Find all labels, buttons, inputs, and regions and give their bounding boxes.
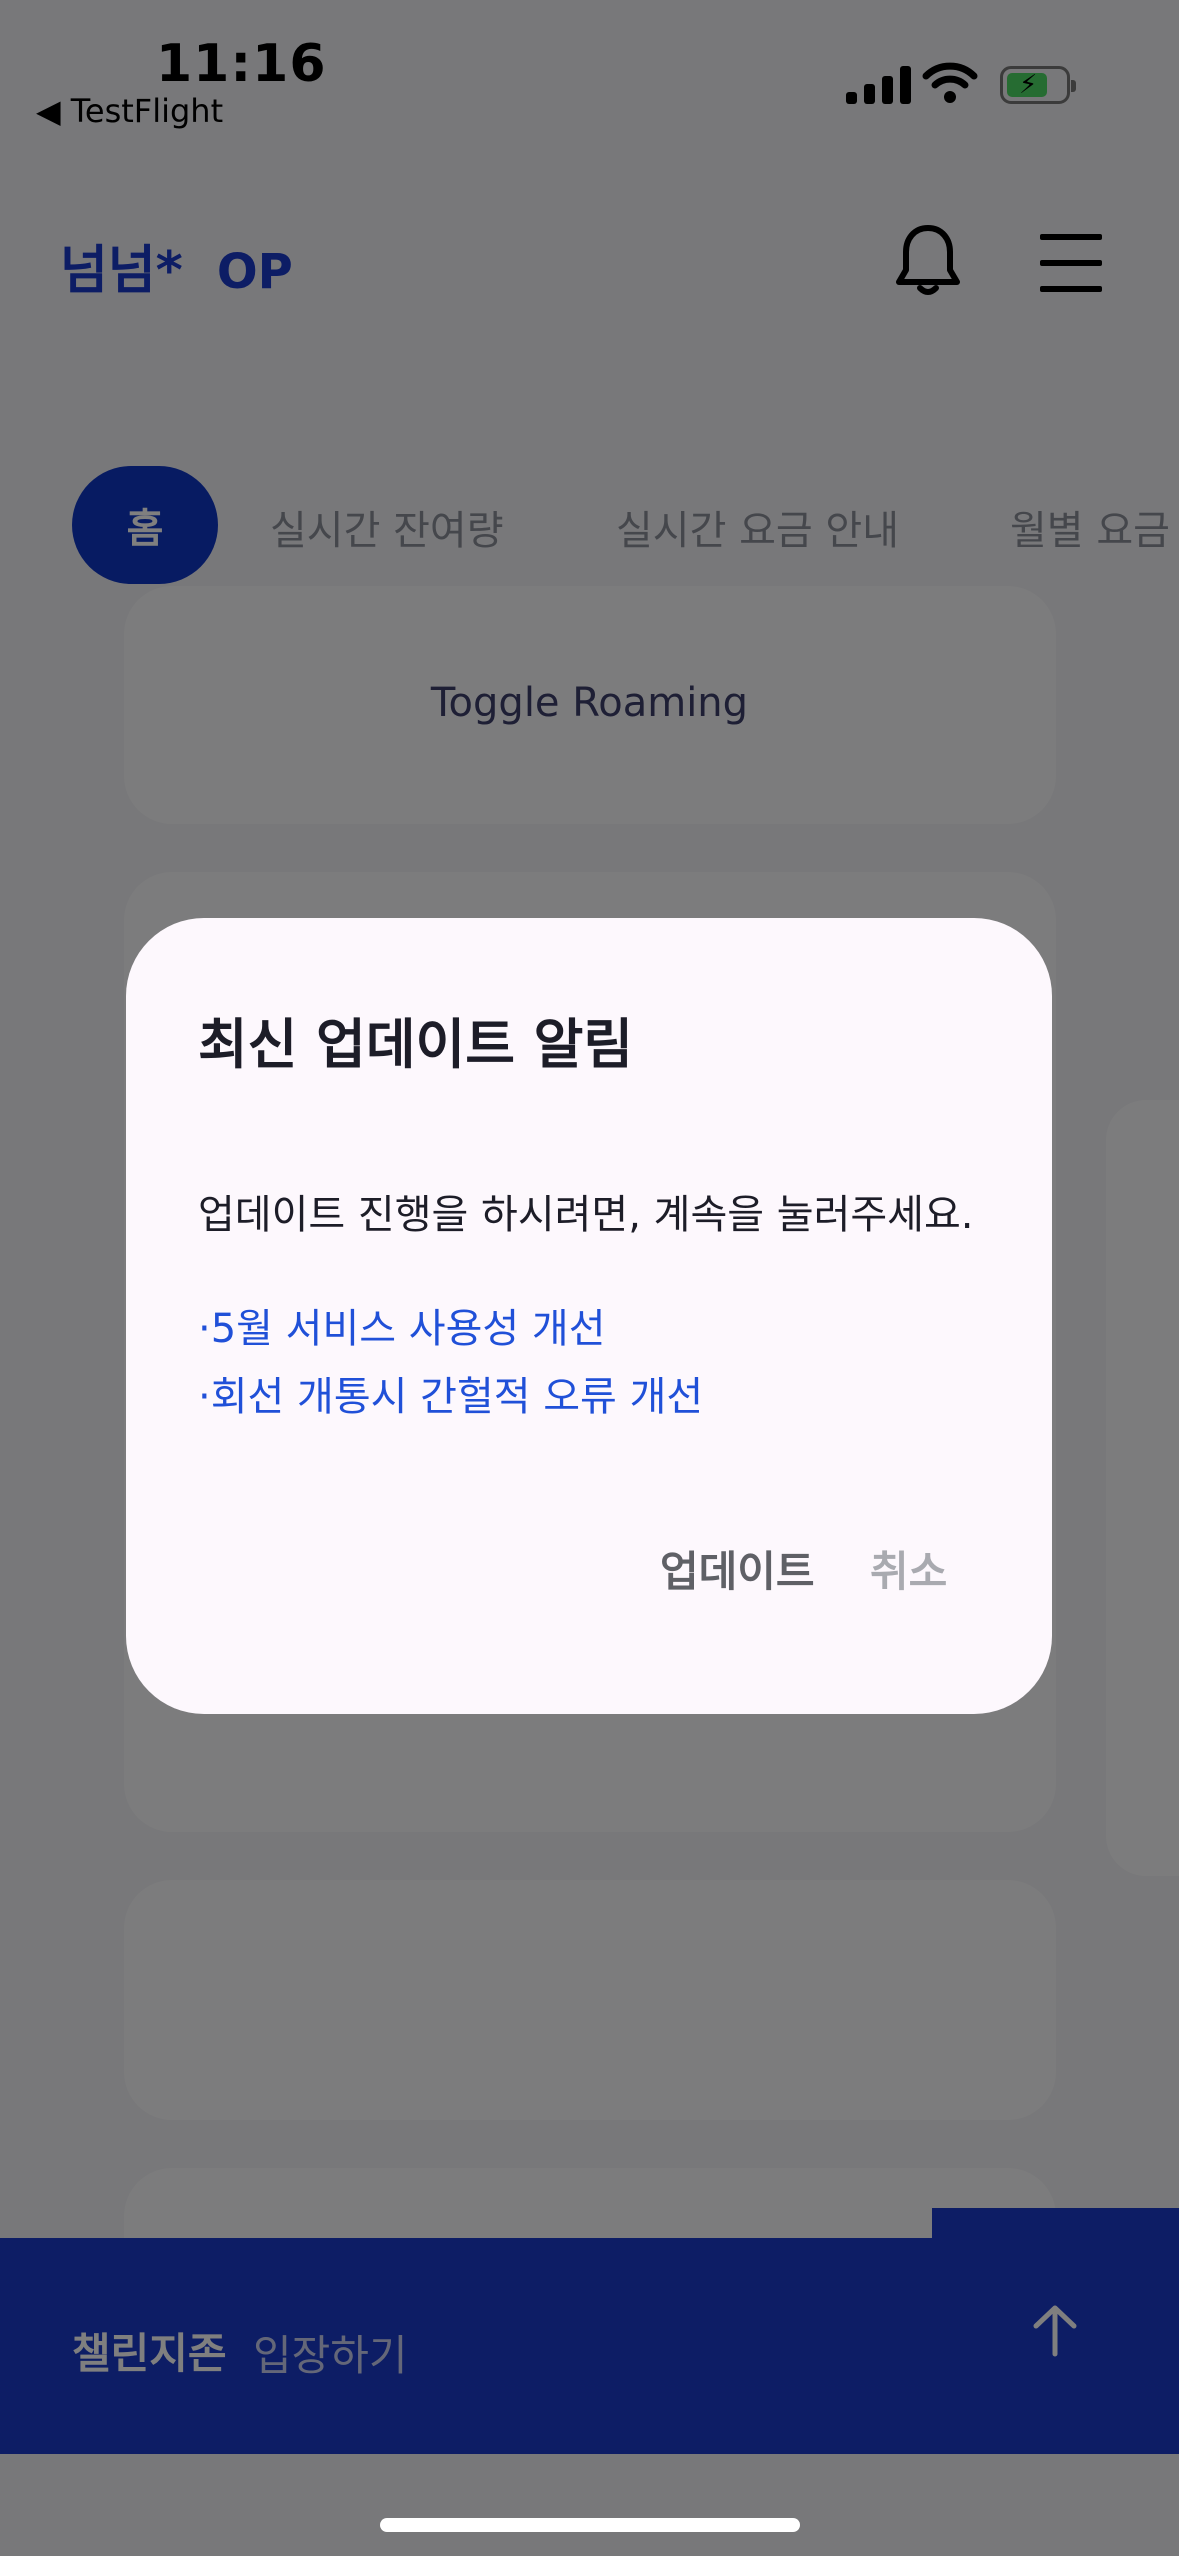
update-note: ·회선 개통시 간헐적 오류 개선 xyxy=(198,1374,704,1420)
home-indicator[interactable] xyxy=(380,2518,800,2532)
update-button[interactable]: 업데이트 xyxy=(660,1538,815,1599)
dialog-message: 업데이트 진행을 하시려면, 계속을 눌러주세요. xyxy=(198,1192,974,1238)
cancel-button[interactable]: 취소 xyxy=(870,1538,947,1599)
dialog-title: 최신 업데이트 알림 xyxy=(198,1013,634,1076)
update-dialog: 최신 업데이트 알림 업데이트 진행을 하시려면, 계속을 눌러주세요. ·5월… xyxy=(126,918,1052,1714)
update-note: ·5월 서비스 사용성 개선 xyxy=(198,1306,606,1352)
